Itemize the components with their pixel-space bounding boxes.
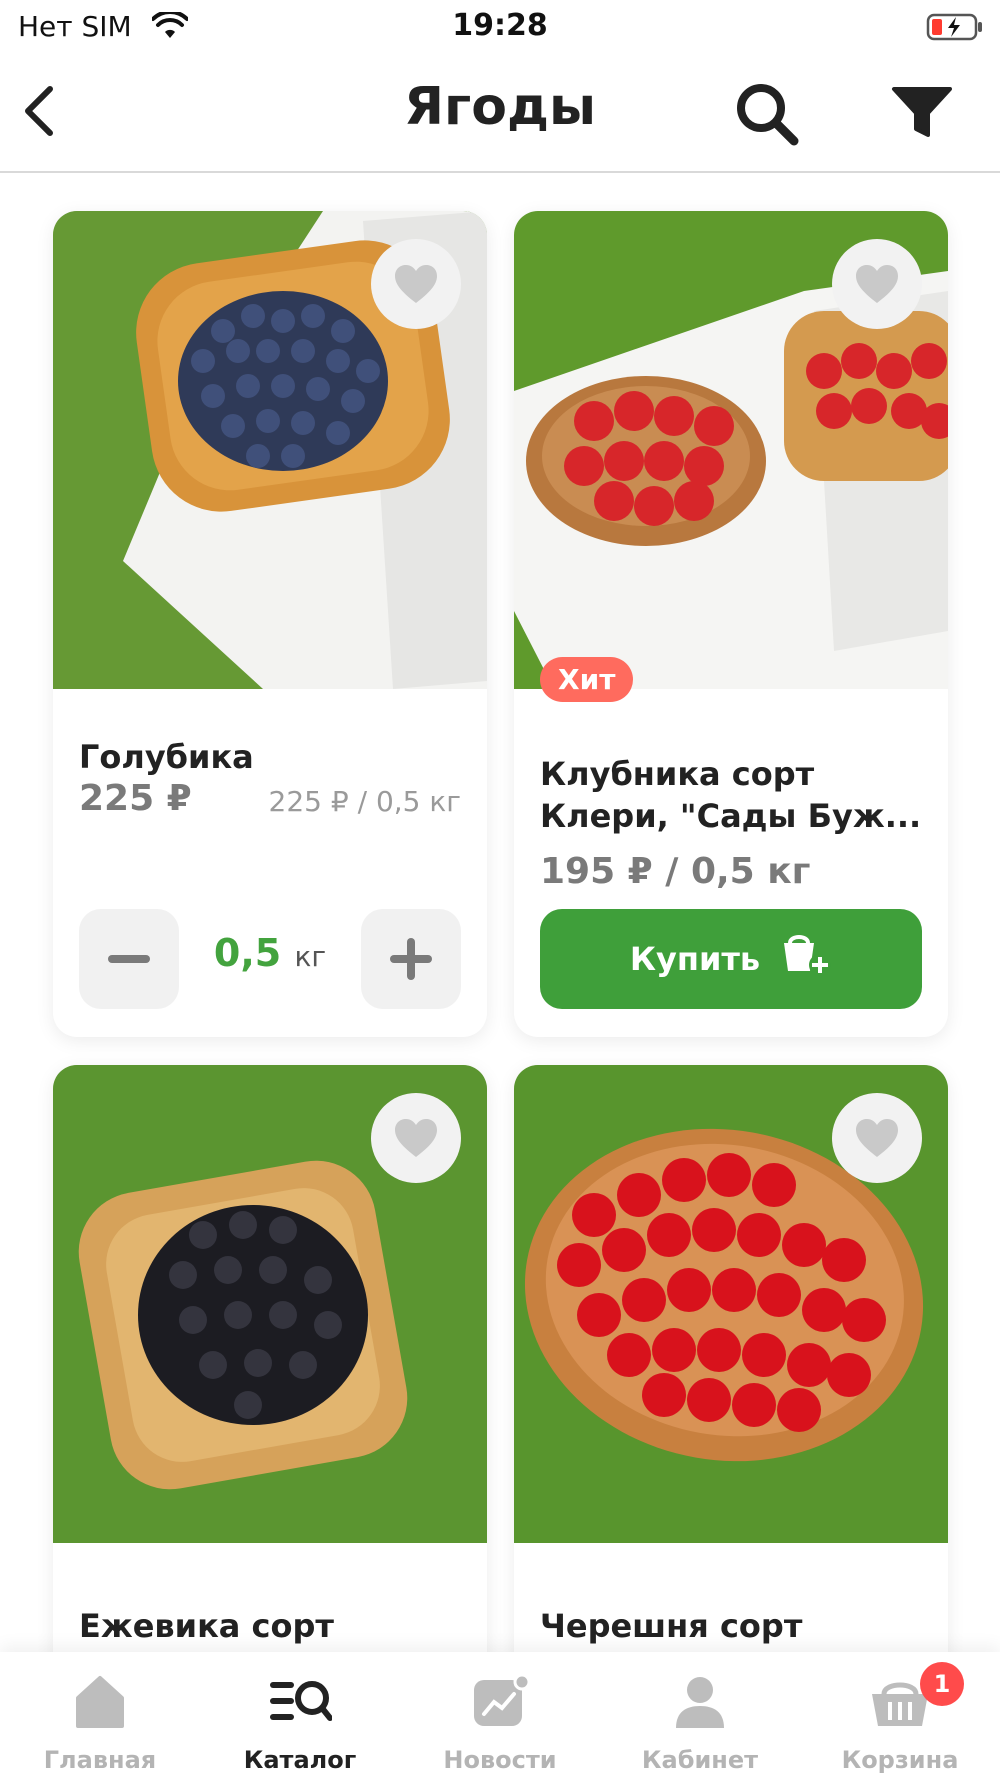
- product-unit-price: 225 ₽ / 0,5 кг: [268, 785, 461, 818]
- clock: 19:28: [452, 8, 548, 43]
- home-icon: [0, 1674, 200, 1738]
- product-name-line2: Клери, "Сады Буж...: [540, 797, 922, 835]
- tab-catalog-label: Каталог: [243, 1746, 357, 1774]
- product-card[interactable]: Хит Клубника сорт Клери, "Сады Буж... 19…: [514, 211, 948, 1037]
- tab-profile[interactable]: Кабинет: [600, 1652, 800, 1778]
- tab-home-label: Главная: [43, 1746, 157, 1774]
- catalog-icon: [200, 1674, 400, 1738]
- qty-value: 0,5: [213, 931, 282, 975]
- bottom-tab-bar: Главная Каталог Новости Кабинет 1 Корзин…: [0, 1652, 1000, 1778]
- page-title: Ягоды: [404, 77, 596, 137]
- product-name[interactable]: Клубника сорт Клери, "Сады Буж...: [540, 753, 921, 837]
- qty-unit: кг: [294, 940, 327, 973]
- increase-qty-button[interactable]: [361, 909, 461, 1009]
- favorite-heart-icon[interactable]: [371, 239, 461, 329]
- favorite-heart-icon[interactable]: [832, 1093, 922, 1183]
- product-name[interactable]: Голубика: [79, 736, 254, 778]
- tab-basket[interactable]: 1 Корзина: [800, 1652, 1000, 1778]
- product-name[interactable]: Ежевика сорт: [79, 1605, 334, 1647]
- tab-basket-label: Корзина: [841, 1746, 959, 1774]
- favorite-heart-icon[interactable]: [832, 239, 922, 329]
- tab-news[interactable]: Новости: [400, 1652, 600, 1778]
- favorite-heart-icon[interactable]: [371, 1093, 461, 1183]
- tab-profile-label: Кабинет: [641, 1746, 759, 1774]
- tab-catalog[interactable]: Каталог: [200, 1652, 400, 1778]
- battery-icon: [926, 12, 986, 46]
- status-bar: Нет SIM 19:28: [0, 0, 1000, 55]
- product-price: 225 ₽: [79, 778, 192, 819]
- news-icon: [400, 1674, 600, 1738]
- cart-count-badge: 1: [920, 1662, 964, 1706]
- search-icon[interactable]: [734, 81, 800, 151]
- tab-news-label: Новости: [443, 1746, 557, 1774]
- cart-add-icon: [780, 933, 832, 985]
- hit-badge: Хит: [540, 657, 634, 702]
- profile-icon: [600, 1674, 800, 1738]
- filter-icon[interactable]: [890, 85, 954, 145]
- product-price: 195 ₽ / 0,5 кг: [540, 851, 811, 892]
- buy-button-label: Купить: [629, 940, 761, 978]
- tab-home[interactable]: Главная: [0, 1652, 200, 1778]
- nav-header: Ягоды: [0, 55, 1000, 173]
- product-name[interactable]: Черешня сорт: [540, 1605, 802, 1647]
- basket-icon: [800, 1674, 1000, 1738]
- buy-button[interactable]: Купить: [540, 909, 922, 1009]
- product-card[interactable]: Голубика 225 ₽ 225 ₽ / 0,5 кг 0,5 кг: [53, 211, 487, 1037]
- product-name-line1: Клубника сорт: [540, 755, 815, 793]
